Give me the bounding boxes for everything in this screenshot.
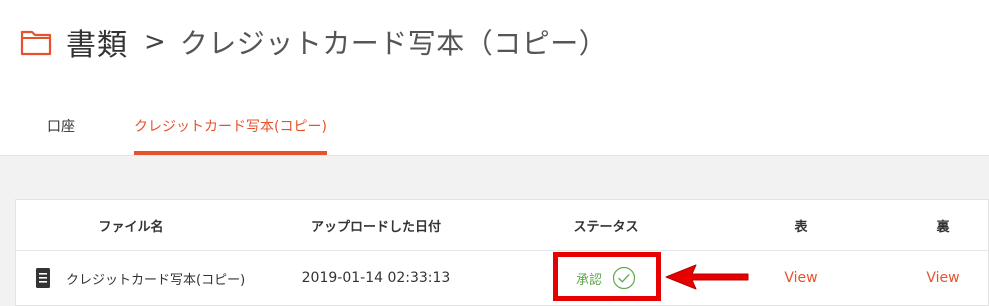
back-cell: View (896, 252, 989, 304)
breadcrumb-root[interactable]: 書類 (66, 20, 128, 64)
table-header: ファイル名 アップロードした日付 ステータス 表 裏 (16, 200, 988, 251)
header-status: ステータス (573, 220, 639, 235)
tab-account-label: 口座 (47, 119, 75, 135)
header-front: 表 (794, 220, 808, 235)
header-uploaded-at: アップロードした日付 (310, 220, 441, 235)
documents-table: ファイル名 アップロードした日付 ステータス 表 裏 クレジットカード写本(コピ… (15, 199, 989, 306)
view-front-link[interactable]: View (784, 270, 817, 286)
header-back: 裏 (936, 220, 950, 235)
annotation-highlight-box (553, 252, 661, 301)
page-header: 書類 > クレジットカード写本（コピー） 口座 クレジットカード写本(コピー) (0, 0, 989, 155)
document-icon (36, 268, 50, 288)
header-file-name: ファイル名 (98, 220, 164, 235)
tab-credit-card-copy[interactable]: クレジットカード写本(コピー) (134, 100, 327, 155)
view-back-link[interactable]: View (926, 270, 959, 286)
breadcrumb-current: クレジットカード写本（コピー） (179, 27, 608, 60)
folder-icon (20, 28, 52, 56)
page-title: 書類 > クレジットカード写本（コピー） (20, 20, 607, 64)
tab-account[interactable]: 口座 (47, 100, 75, 155)
arrow-left-icon (664, 262, 750, 292)
file-name: クレジットカード写本(コピー) (66, 272, 246, 288)
tab-bar: 口座 クレジットカード写本(コピー) (0, 100, 989, 155)
breadcrumb-separator: > (144, 27, 166, 57)
uploaded-at: 2019-01-14 02:33:13 (301, 270, 451, 286)
table-row: クレジットカード写本(コピー) 2019-01-14 02:33:13 承認 V… (16, 252, 988, 304)
file-cell: クレジットカード写本(コピー) (36, 252, 256, 304)
tab-credit-card-copy-label: クレジットカード写本(コピー) (134, 119, 327, 135)
